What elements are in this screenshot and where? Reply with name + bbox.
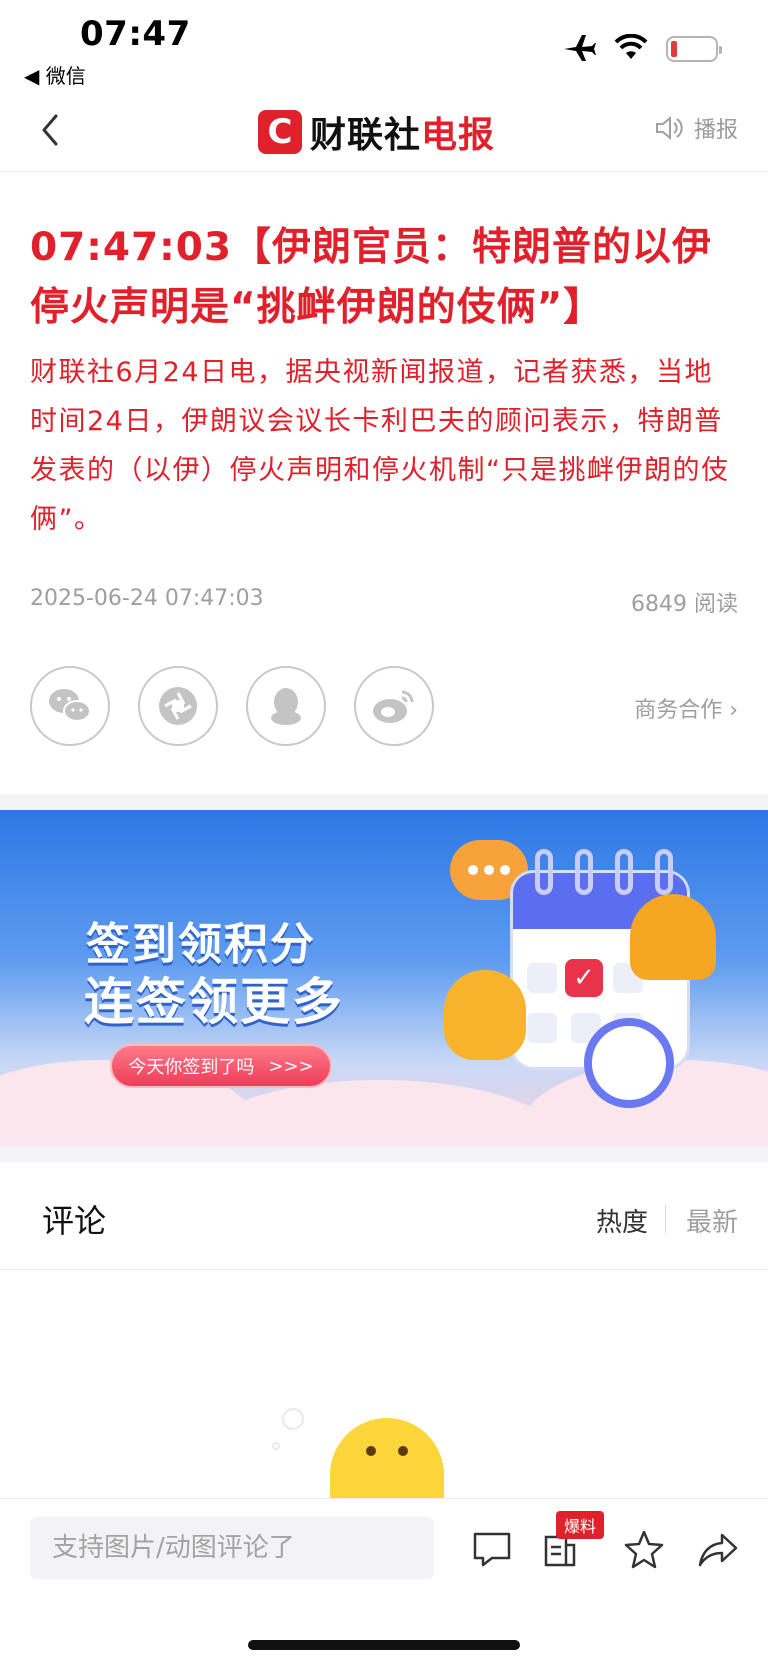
banner-cta-arrows: >>>	[268, 1055, 314, 1077]
star-icon	[624, 1530, 664, 1569]
logo-text: 财联社电报	[310, 106, 495, 158]
share-wechat-button[interactable]	[30, 666, 110, 746]
news-tip-badge: 爆料	[556, 1511, 605, 1539]
comments-button[interactable]	[470, 1527, 514, 1571]
sort-hot-tab[interactable]: 热度	[596, 1202, 648, 1239]
clock-illustration	[584, 1018, 674, 1108]
status-time: 07:47	[80, 14, 191, 54]
comment-input[interactable]	[30, 1517, 434, 1579]
read-count: 6849 阅读	[631, 592, 738, 617]
qq-icon	[271, 688, 301, 725]
moments-icon	[159, 687, 197, 725]
section-divider	[0, 1146, 768, 1162]
article-body: 财联社6月24日电，据央视新闻报道，记者获悉，当地时间24日，伊朗议会议长卡利巴…	[30, 357, 730, 535]
wechat-icon	[49, 689, 91, 722]
mascot-illustration	[444, 970, 526, 1060]
wifi-icon	[614, 33, 648, 64]
decor-bubble	[282, 1408, 304, 1430]
banner-checkin-button[interactable]: 今天你签到了吗 >>>	[110, 1044, 332, 1088]
article: 07:47:03【伊朗官员：特朗普的以伊停火声明是“挑衅伊朗的伎俩”】 财联社6…	[30, 218, 738, 544]
chevron-left-icon	[42, 114, 58, 146]
logo-text-black: 财联社	[310, 115, 422, 156]
comments-title: 评论	[42, 1202, 107, 1240]
home-indicator	[248, 1640, 520, 1650]
share-moments-button[interactable]	[138, 666, 218, 746]
back-button[interactable]	[34, 108, 74, 152]
empty-comments-mascot	[330, 1418, 444, 1498]
battery-icon	[666, 36, 722, 62]
status-bar: 07:47 ◀ 微信	[0, 0, 768, 92]
sort-separator	[665, 1204, 666, 1234]
article-datetime: 2025-06-24 07:47:03	[30, 586, 264, 611]
speaker-icon	[655, 115, 683, 141]
comment-icon	[473, 1532, 511, 1567]
business-cooperation-link[interactable]: 商务合作 ›	[634, 692, 738, 724]
checkin-banner[interactable]: 签到领积分 连签领更多 今天你签到了吗 >>> ✓	[0, 810, 768, 1146]
decor-bubble	[272, 1442, 280, 1450]
share-arrow-icon	[698, 1533, 738, 1567]
sort-new-tab[interactable]: 最新	[686, 1202, 738, 1239]
banner-cta-label: 今天你签到了吗	[128, 1057, 255, 1078]
logo-text-red: 电报	[421, 115, 496, 156]
weibo-icon	[373, 690, 414, 723]
back-to-app-link[interactable]: ◀ 微信	[24, 60, 86, 89]
article-title: 07:47:03【伊朗官员：特朗普的以伊停火声明是“挑衅伊朗的伎俩”】	[30, 225, 713, 330]
share-row: 商务合作 ›	[30, 666, 738, 748]
bell-illustration	[630, 894, 716, 980]
bottom-toolbar: 爆料	[0, 1498, 768, 1663]
section-divider	[0, 794, 768, 810]
share-qq-button[interactable]	[246, 666, 326, 746]
cls-logo: C 财联社电报	[258, 106, 495, 158]
favorite-button[interactable]	[622, 1527, 666, 1571]
share-button[interactable]	[696, 1527, 740, 1571]
comments-header: 评论 热度 最新	[0, 1162, 768, 1270]
nav-bar: C 财联社电报 播报	[0, 92, 768, 172]
broadcast-label: 播报	[693, 118, 738, 143]
airplane-icon	[562, 32, 596, 66]
share-weibo-button[interactable]	[354, 666, 434, 746]
article-meta: 2025-06-24 07:47:03 6849 阅读	[30, 586, 738, 618]
logo-mark: C	[258, 110, 302, 154]
broadcast-button[interactable]: 播报	[654, 112, 738, 144]
status-icons	[562, 32, 722, 66]
banner-headline-2: 连签领更多	[84, 973, 344, 1031]
